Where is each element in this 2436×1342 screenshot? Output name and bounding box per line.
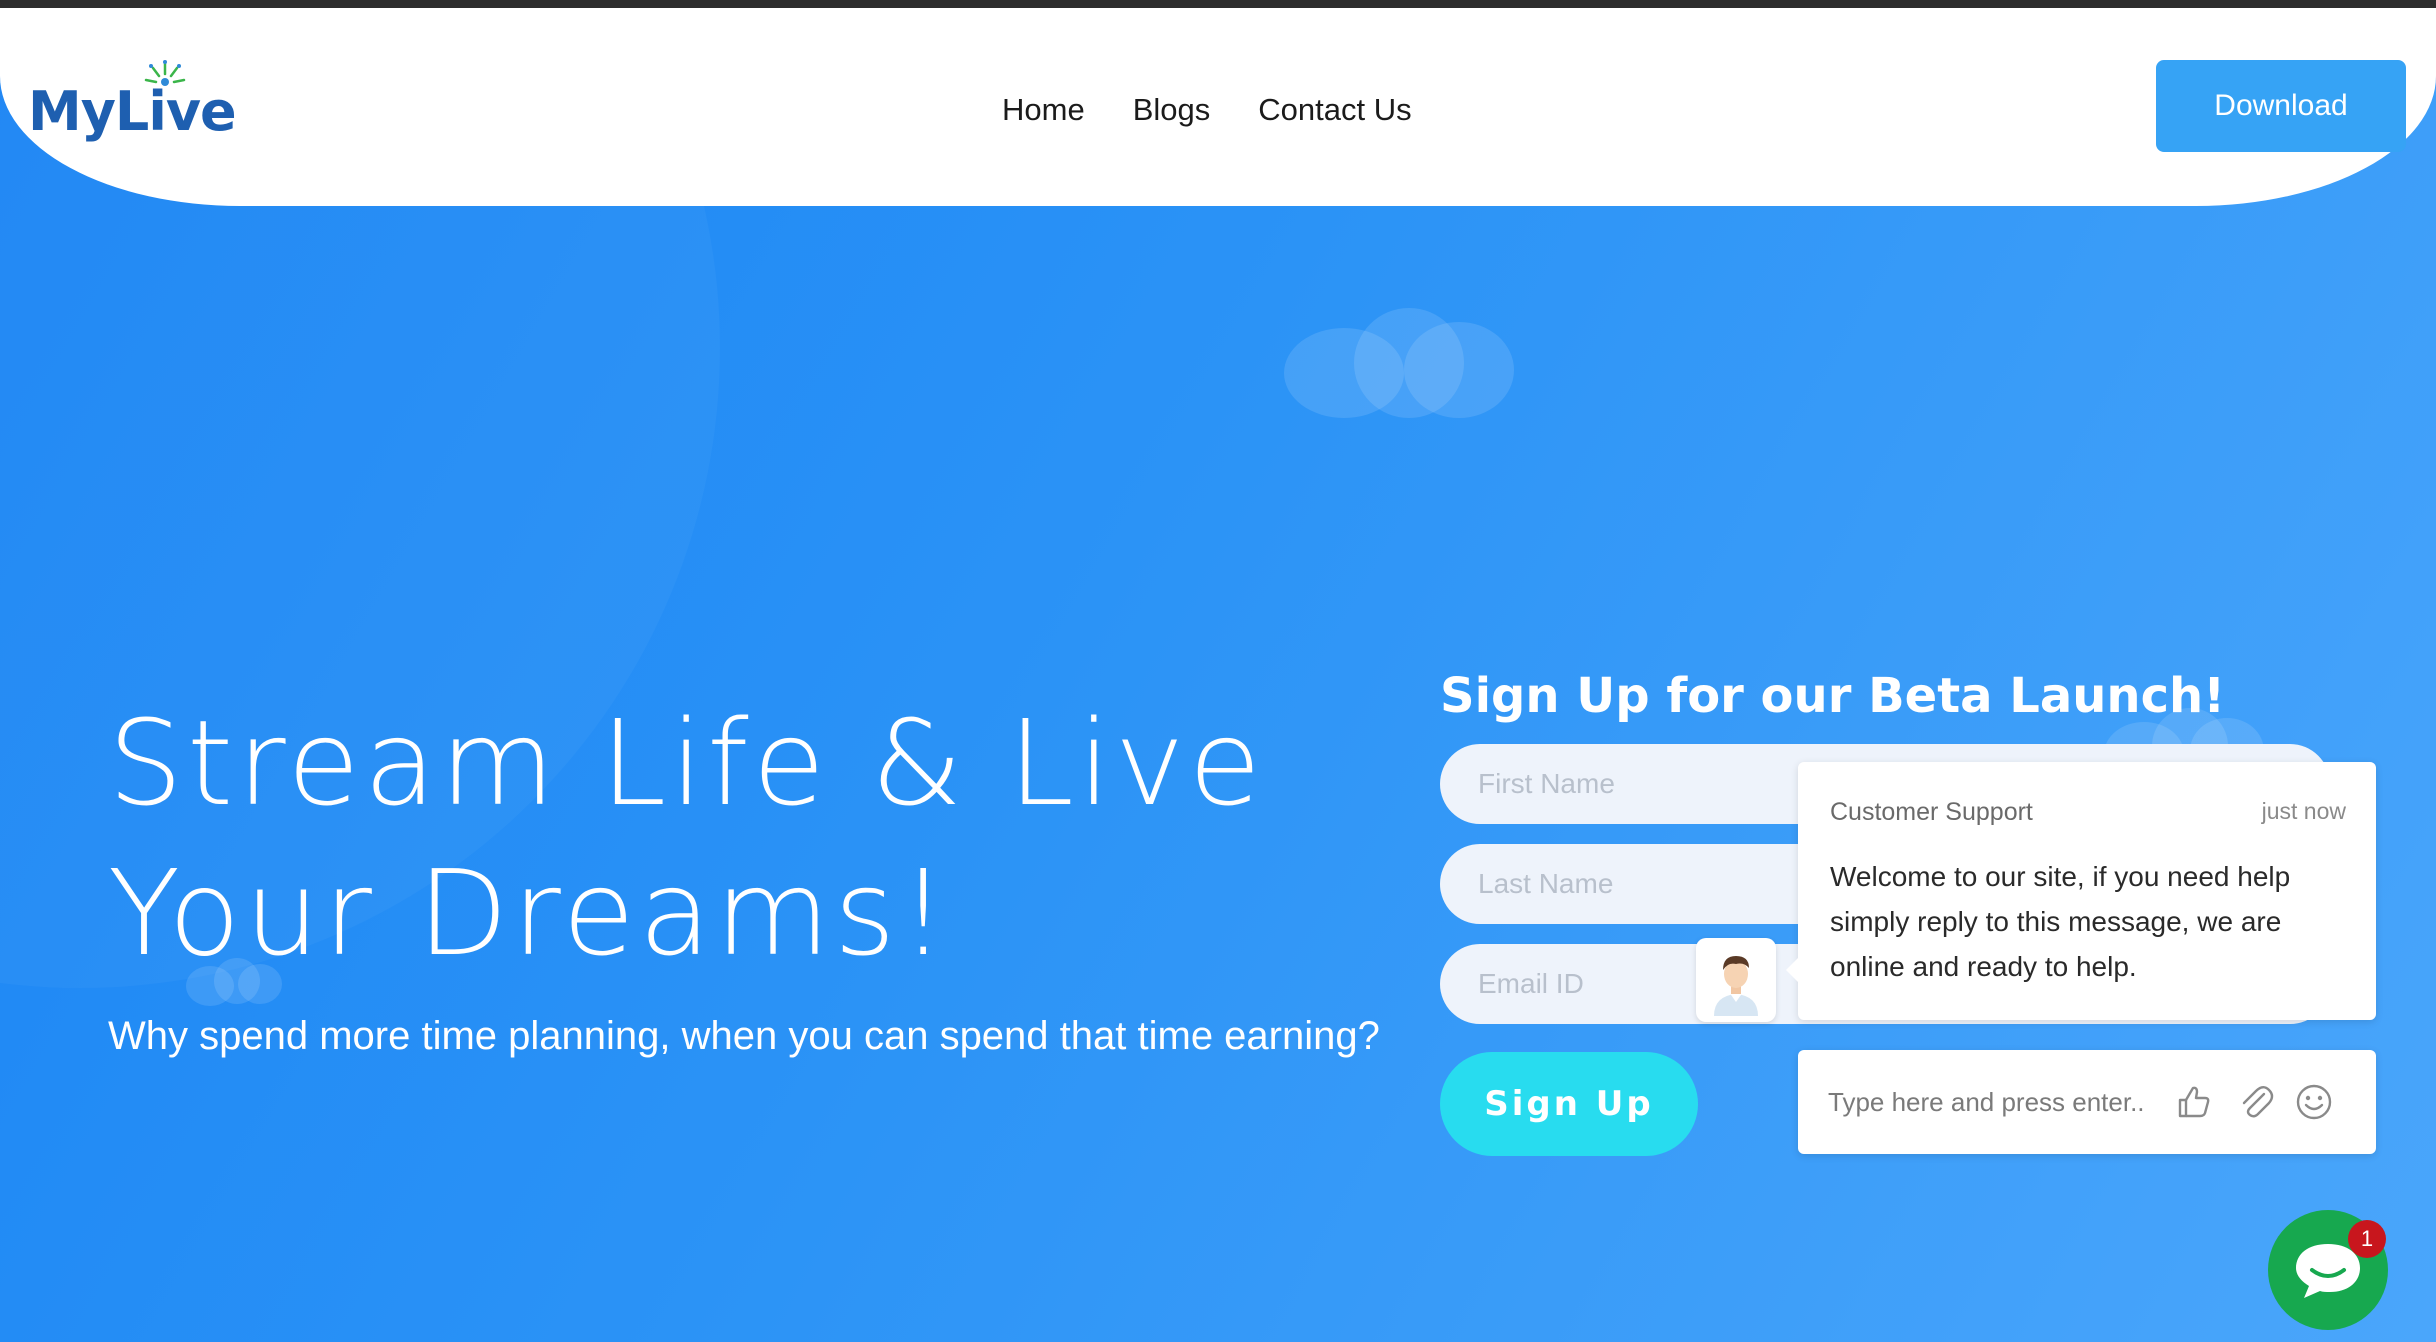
chat-sender: Customer Support: [1830, 798, 2033, 826]
page: MyLive Home Blogs Contact Us Download St…: [0, 8, 2436, 1342]
thumbs-up-icon[interactable]: [2172, 1080, 2216, 1124]
sign-up-button[interactable]: Sign Up: [1440, 1052, 1698, 1156]
cloud-decoration: [1284, 308, 1514, 418]
chat-input-bar: [1798, 1050, 2376, 1154]
chat-message-card: Customer Support just now Welcome to our…: [1786, 762, 2376, 1020]
main-nav: Home Blogs Contact Us: [1002, 92, 1412, 128]
hero-subtitle: Why spend more time planning, when you c…: [108, 1014, 1380, 1058]
nav-home[interactable]: Home: [1002, 92, 1085, 128]
agent-avatar-icon: [1714, 956, 1758, 1016]
chat-message-text: Welcome to our site, if you need help si…: [1830, 861, 2291, 982]
chat-message-input[interactable]: [1828, 1078, 2168, 1126]
logo[interactable]: MyLive: [28, 60, 237, 150]
download-button[interactable]: Download: [2156, 60, 2406, 152]
nav-blogs[interactable]: Blogs: [1133, 92, 1211, 128]
emoji-icon[interactable]: [2292, 1080, 2336, 1124]
hero-title-line-1: Stream Life & Live: [108, 694, 1266, 832]
hero-title-line-2: Your Dreams!: [108, 844, 951, 982]
support-agent-avatar: [1696, 938, 1776, 1022]
unread-badge: 1: [2348, 1220, 2386, 1258]
logo-text: MyLive: [28, 80, 237, 143]
nav-contact-us[interactable]: Contact Us: [1258, 92, 1411, 128]
hero-title: Stream Life & Live Your Dreams!: [108, 688, 1408, 988]
site-header: MyLive Home Blogs Contact Us Download: [0, 8, 2436, 206]
paperclip-icon[interactable]: [2234, 1080, 2278, 1124]
signup-form-title: Sign Up for our Beta Launch!: [1440, 668, 2226, 724]
chat-timestamp: just now: [2261, 798, 2346, 824]
chat-card-pointer: [1786, 958, 1798, 982]
